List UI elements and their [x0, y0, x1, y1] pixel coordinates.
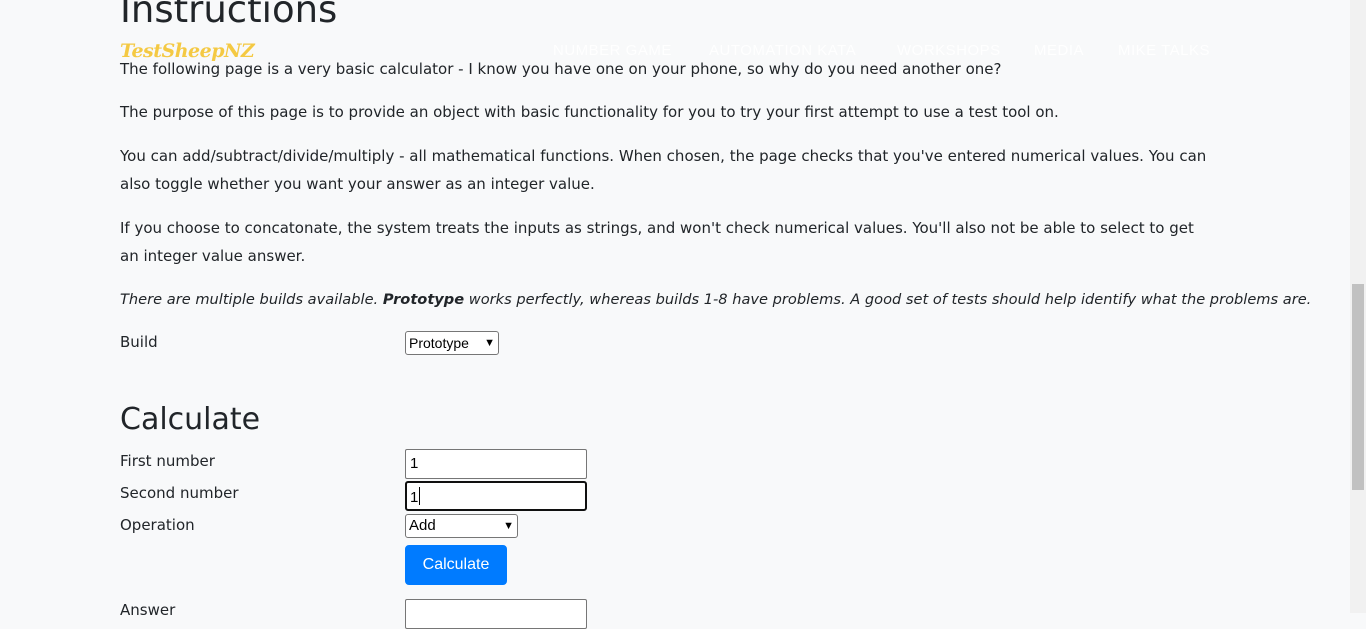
nav-link-workshops[interactable]: WORKSHOPS	[897, 42, 1001, 59]
chevron-down-icon: ▼	[503, 520, 514, 532]
instructions-heading: Instructions	[120, 0, 338, 31]
nav-link-media[interactable]: MEDIA	[1034, 42, 1084, 59]
nav-link-automation-kata[interactable]: AUTOMATION KATA	[709, 42, 856, 59]
build-label: Build	[120, 333, 158, 351]
second-number-label: Second number	[120, 484, 239, 502]
scrollbar-thumb[interactable]	[1352, 284, 1364, 490]
answer-label: Answer	[120, 601, 176, 619]
top-navbar: TestSheepNZ NUMBER GAME AUTOMATION KATA …	[0, 38, 1350, 66]
second-number-input[interactable]: 1	[405, 481, 587, 511]
chevron-down-icon: ▼	[484, 337, 495, 349]
calculate-heading: Calculate	[120, 402, 261, 437]
first-number-value: 1	[410, 455, 419, 472]
first-number-input[interactable]: 1	[405, 449, 587, 479]
answer-field[interactable]	[405, 599, 587, 629]
instructions-paragraph-2: The purpose of this page is to provide a…	[120, 103, 1059, 121]
operation-select[interactable]: Add ▼	[405, 514, 518, 538]
page-scrollbar[interactable]	[1350, 0, 1366, 613]
prototype-emphasis: Prototype	[382, 291, 465, 308]
builds-note-text-rest: works perfectly, whereas builds 1-8 have…	[464, 291, 1312, 308]
instructions-paragraph-4: If you choose to concatonate, the system…	[120, 219, 1194, 265]
nav-link-number-game[interactable]: NUMBER GAME	[553, 42, 672, 59]
build-select-value: Prototype	[409, 335, 469, 351]
build-select[interactable]: Prototype ▼	[405, 331, 499, 355]
nav-link-mike-talks[interactable]: MIKE TALKS	[1118, 42, 1210, 59]
site-logo[interactable]: TestSheepNZ	[120, 40, 255, 62]
second-number-value: 1	[410, 489, 419, 506]
operation-select-value: Add	[409, 517, 436, 534]
calculate-button[interactable]: Calculate	[405, 545, 507, 585]
instructions-paragraph-5: There are multiple builds available. Pro…	[120, 286, 1311, 314]
text-caret	[419, 487, 421, 505]
builds-note-text: There are multiple builds available.	[120, 291, 383, 308]
instructions-paragraph-3: You can add/subtract/divide/multiply - a…	[120, 147, 1207, 193]
operation-label: Operation	[120, 516, 195, 534]
first-number-label: First number	[120, 452, 215, 470]
